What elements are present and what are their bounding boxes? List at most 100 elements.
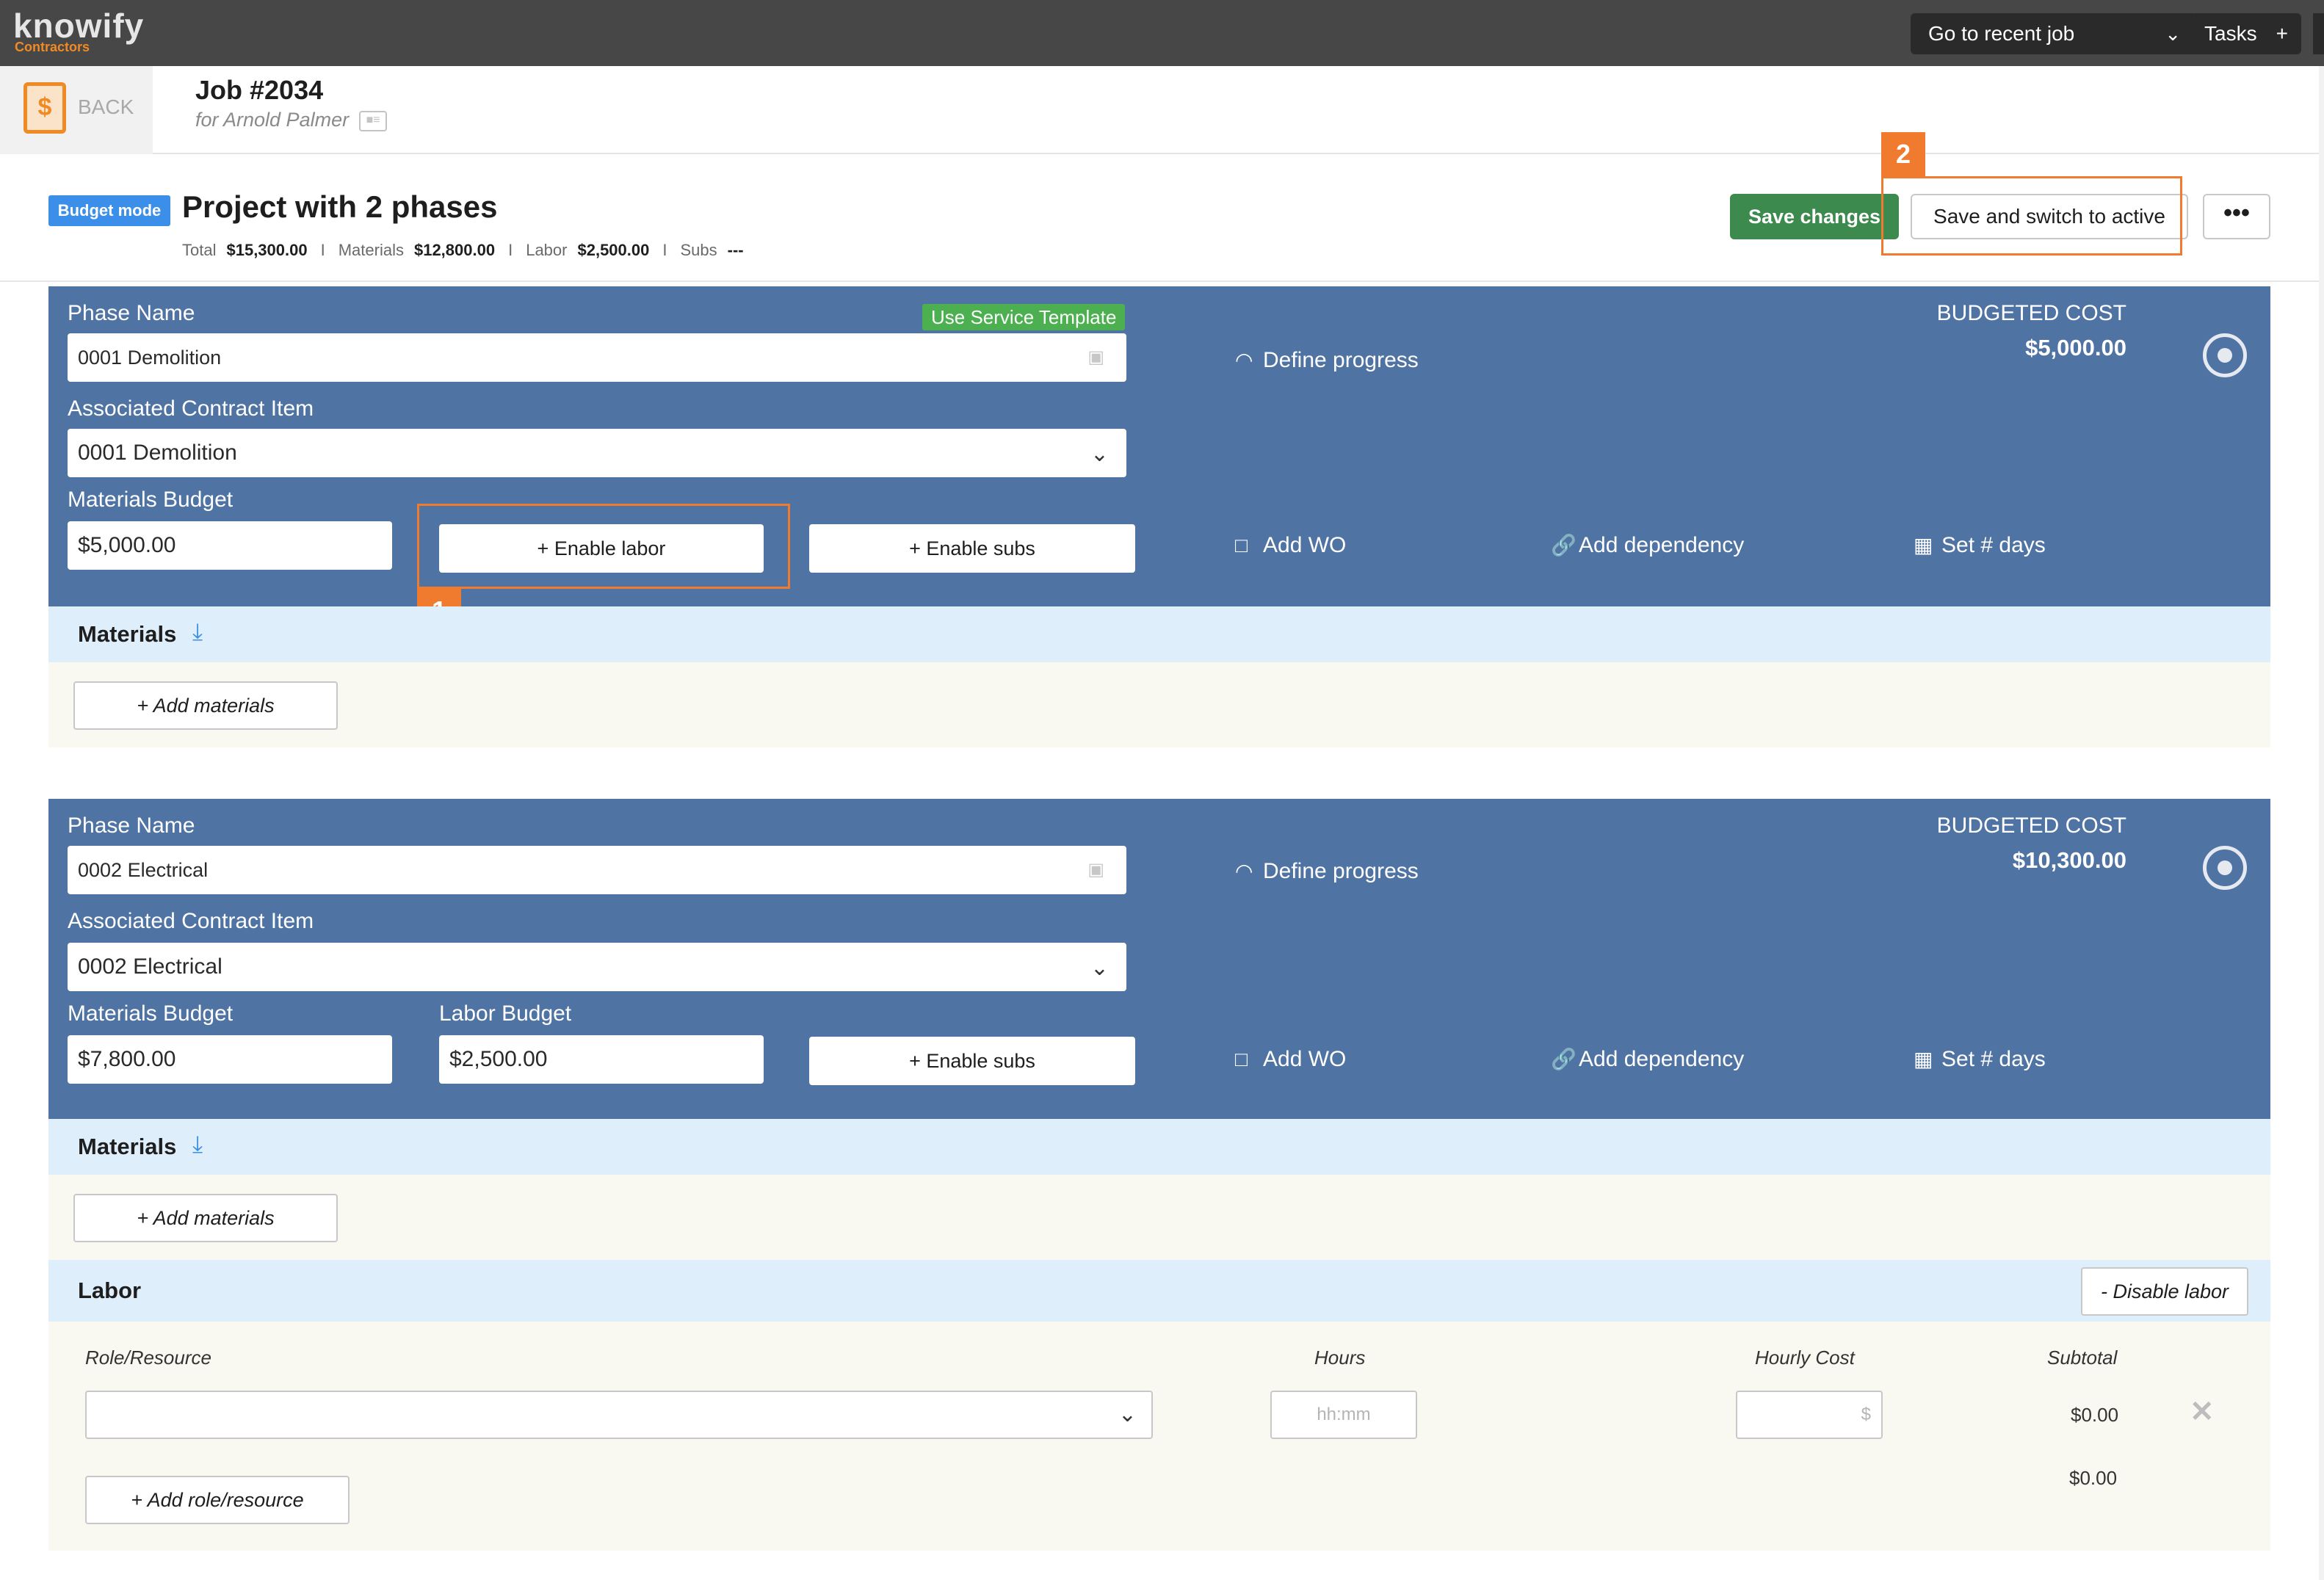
subtotal-header: Subtotal: [2047, 1347, 2118, 1369]
callout-box-2: [1881, 176, 2182, 256]
book-icon[interactable]: ▣: [1087, 846, 1104, 894]
add-wo-label: Add WO: [1263, 1047, 1347, 1071]
scrollbar-track[interactable]: [2319, 66, 2324, 1580]
back-label: BACK: [78, 95, 134, 118]
budgeted-cost-value: $5,000.00: [2025, 335, 2126, 360]
chevron-down-icon: ⌄: [2165, 23, 2181, 45]
add-role-resource-button[interactable]: + Add role/resource: [85, 1476, 350, 1524]
budget-mode-badge: Budget mode: [48, 195, 170, 226]
plus-icon: +: [2276, 22, 2288, 45]
add-wo-link[interactable]: □ Add WO: [1235, 1047, 1346, 1072]
add-dependency-label: Add dependency: [1579, 533, 1745, 557]
contact-card-icon[interactable]: ■≡: [359, 110, 388, 131]
budgeted-cost-label: BUDGETED COST: [1936, 301, 2126, 325]
book-icon[interactable]: ▣: [1087, 333, 1104, 382]
materials-section-header: Materials ⤓: [48, 1119, 2270, 1175]
phase-name-label: Phase Name: [68, 301, 195, 325]
download-icon[interactable]: ⤓: [192, 1131, 203, 1159]
chevron-down-icon: ⌄: [1118, 1402, 1137, 1427]
materials-section-body: + Add materials: [48, 1175, 2270, 1260]
hourly-cost-header: Hourly Cost: [1755, 1347, 1855, 1369]
materials-budget-value: $7,800.00: [78, 1047, 176, 1071]
note-icon: □: [1235, 534, 1248, 557]
phase-select-radio[interactable]: [2203, 846, 2247, 890]
labor-budget-input[interactable]: $2,500.00: [439, 1035, 764, 1084]
back-button[interactable]: $ BACK: [0, 66, 153, 154]
phase-select-radio[interactable]: [2203, 333, 2247, 377]
set-days-link[interactable]: ▦ Set # days: [1914, 533, 2046, 558]
callout-box-1: [417, 504, 790, 589]
materials-budget-label: Materials Budget: [68, 488, 234, 512]
define-progress-link[interactable]: ◠ Define progress: [1235, 348, 1419, 373]
budgeted-cost-value: $10,300.00: [2012, 847, 2126, 873]
job-client-name: for Arnold Palmer: [195, 109, 350, 131]
phase-name-input[interactable]: 0002 Electrical ▣: [68, 846, 1126, 894]
download-icon[interactable]: ⤓: [192, 618, 203, 646]
hourly-cost-input[interactable]: $: [1736, 1391, 1883, 1439]
contract-item-label: Associated Contract Item: [68, 909, 314, 933]
define-progress-link[interactable]: ◠ Define progress: [1235, 859, 1419, 884]
define-progress-label: Define progress: [1263, 348, 1419, 372]
materials-total-value: $12,800.00: [413, 241, 496, 259]
use-service-template-button[interactable]: Use Service Template: [922, 304, 1126, 330]
labor-section-header: Labor - Disable labor: [48, 1260, 2270, 1322]
progress-spinner-icon: ◠: [1235, 349, 1253, 372]
project-title: Project with 2 phases: [182, 189, 498, 224]
materials-budget-input[interactable]: $7,800.00: [68, 1035, 392, 1084]
tasks-button[interactable]: Tasks +: [2191, 13, 2301, 54]
top-navigation-bar: knowify Contractors Go to recent job ⌄ T…: [0, 0, 2324, 66]
materials-section-title: Materials: [78, 621, 177, 647]
set-days-label: Set # days: [1941, 533, 2046, 557]
materials-section-title: Materials: [78, 1134, 177, 1159]
phase-name-value: 0002 Electrical: [78, 859, 209, 881]
phase-name-value: 0001 Demolition: [78, 347, 222, 369]
enable-subs-button[interactable]: + Enable subs: [809, 1037, 1135, 1085]
define-progress-label: Define progress: [1263, 859, 1419, 883]
hours-input[interactable]: hh:mm: [1270, 1391, 1417, 1439]
materials-budget-value: $5,000.00: [78, 533, 176, 557]
set-days-link[interactable]: ▦ Set # days: [1914, 1047, 2046, 1072]
labor-section-title: Labor: [78, 1278, 142, 1303]
add-dependency-label: Add dependency: [1579, 1047, 1745, 1071]
materials-budget-label: Materials Budget: [68, 1001, 234, 1026]
note-icon: □: [1235, 1048, 1248, 1070]
role-resource-select[interactable]: ⌄: [85, 1391, 1153, 1439]
labor-budget-value: $2,500.00: [449, 1047, 548, 1071]
labor-total-value: $2,500.00: [577, 241, 650, 259]
subs-total-value: ---: [727, 241, 744, 259]
contract-item-value: 0002 Electrical: [78, 954, 222, 979]
topbar-overflow-edge: [2313, 13, 2324, 54]
more-options-button[interactable]: •••: [2203, 194, 2270, 239]
materials-section-body: + Add materials: [48, 662, 2270, 747]
labor-section-body: Role/Resource Hours Hourly Cost Subtotal…: [48, 1322, 2270, 1551]
contract-item-select[interactable]: 0002 Electrical ⌄: [68, 943, 1126, 991]
add-dependency-link[interactable]: 🔗 Add dependency: [1551, 533, 1744, 558]
save-changes-button[interactable]: Save changes: [1730, 194, 1899, 239]
phase-name-label: Phase Name: [68, 813, 195, 838]
enable-subs-button[interactable]: + Enable subs: [809, 524, 1135, 573]
contract-item-select[interactable]: 0001 Demolition ⌄: [68, 429, 1126, 477]
contract-item-label: Associated Contract Item: [68, 396, 314, 421]
job-client: for Arnold Palmer ■≡: [195, 109, 388, 131]
budgeted-cost-label: BUDGETED COST: [1936, 813, 2126, 838]
phase-card-electrical: Phase Name 0002 Electrical ▣ Associated …: [48, 799, 2270, 1119]
materials-total-label: Materials: [338, 241, 404, 259]
add-materials-button[interactable]: + Add materials: [73, 681, 338, 730]
link-icon: 🔗: [1551, 534, 1577, 557]
add-materials-button[interactable]: + Add materials: [73, 1194, 338, 1242]
contract-item-value: 0001 Demolition: [78, 441, 237, 465]
link-icon: 🔗: [1551, 1048, 1577, 1070]
phase-card-demolition: Phase Name Use Service Template 0001 Dem…: [48, 286, 2270, 606]
materials-budget-input[interactable]: $5,000.00: [68, 521, 392, 570]
calendar-icon: ▦: [1914, 534, 1933, 557]
job-header: $ BACK Job #2034 for Arnold Palmer ■≡: [0, 66, 2324, 154]
remove-row-icon[interactable]: ✕: [2190, 1395, 2215, 1429]
progress-spinner-icon: ◠: [1235, 860, 1253, 883]
labor-total: $0.00: [2069, 1467, 2118, 1489]
phase-name-input[interactable]: 0001 Demolition ▣: [68, 333, 1126, 382]
total-label: Total: [182, 241, 217, 259]
add-wo-link[interactable]: □ Add WO: [1235, 533, 1346, 558]
disable-labor-button[interactable]: - Disable labor: [2081, 1267, 2248, 1316]
add-dependency-link[interactable]: 🔗 Add dependency: [1551, 1047, 1744, 1072]
recent-job-dropdown[interactable]: Go to recent job ⌄: [1911, 13, 2197, 54]
